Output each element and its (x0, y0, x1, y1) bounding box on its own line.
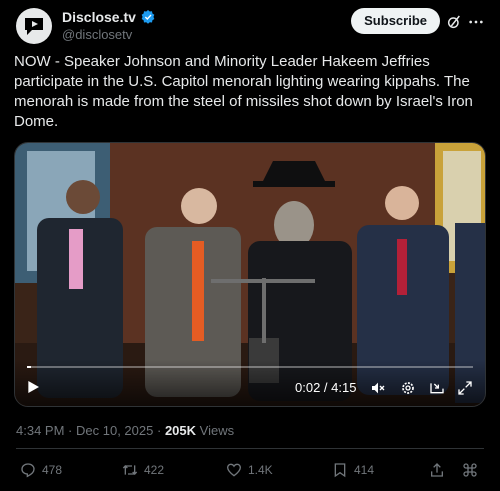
bookmark-button[interactable]: 414 (332, 462, 374, 478)
verified-badge-icon (141, 10, 155, 24)
video-time: 0:02 / 4:15 (295, 380, 357, 395)
author-handle[interactable]: @disclosetv (62, 26, 156, 44)
share-button[interactable] (429, 462, 445, 478)
reply-icon (21, 463, 35, 478)
video-player[interactable]: 0:02 / 4:15 (14, 142, 486, 407)
tweet-date[interactable]: Dec 10, 2025 (76, 423, 153, 438)
like-button[interactable]: 1.4K (226, 462, 273, 478)
picture-in-picture-icon[interactable] (429, 380, 445, 396)
repost-icon (122, 465, 138, 475)
repost-count: 422 (144, 463, 165, 477)
meta-separator: · (68, 423, 73, 438)
video-controls: 0:02 / 4:15 (15, 360, 485, 406)
like-count: 1.4K (248, 463, 273, 477)
bookmark-count: 414 (354, 463, 375, 477)
share-icon (431, 463, 443, 477)
fullscreen-icon[interactable] (457, 380, 473, 396)
video-progress-bar[interactable] (27, 366, 473, 368)
mute-icon[interactable] (370, 380, 386, 396)
settings-gear-icon[interactable] (400, 380, 416, 396)
repost-button[interactable]: 422 (122, 462, 164, 478)
tweet-header: Disclose.tv @disclosetv Subscribe (16, 8, 484, 44)
tweet-time[interactable]: 4:34 PM (16, 423, 64, 438)
heart-icon (226, 463, 242, 477)
reply-button[interactable]: 478 (20, 462, 62, 478)
divider (16, 448, 484, 449)
tweet-meta: 4:34 PM · Dec 10, 2025 · 205K Views (16, 423, 234, 438)
views-count: 205K (164, 423, 197, 438)
views-label: Views (199, 423, 235, 438)
subscribe-button[interactable]: Subscribe (351, 8, 440, 34)
action-bar: 478 422 1.4K 414 (16, 462, 484, 482)
more-options-icon[interactable] (468, 14, 484, 30)
bookmark-icon (334, 463, 346, 478)
author-names: Disclose.tv @disclosetv (62, 8, 156, 44)
play-icon[interactable] (25, 379, 41, 395)
author-display-name[interactable]: Disclose.tv (62, 8, 136, 26)
tweet-text: NOW - Speaker Johnson and Minority Leade… (14, 53, 473, 130)
grok-icon[interactable] (446, 14, 462, 30)
reply-count: 478 (42, 463, 63, 477)
command-menu-button[interactable] (462, 462, 478, 478)
video-progress-fill (27, 366, 31, 368)
disclose-logo-icon (25, 18, 43, 35)
avatar[interactable] (16, 8, 52, 44)
meta-separator: · (156, 423, 162, 438)
command-icon (463, 463, 477, 477)
